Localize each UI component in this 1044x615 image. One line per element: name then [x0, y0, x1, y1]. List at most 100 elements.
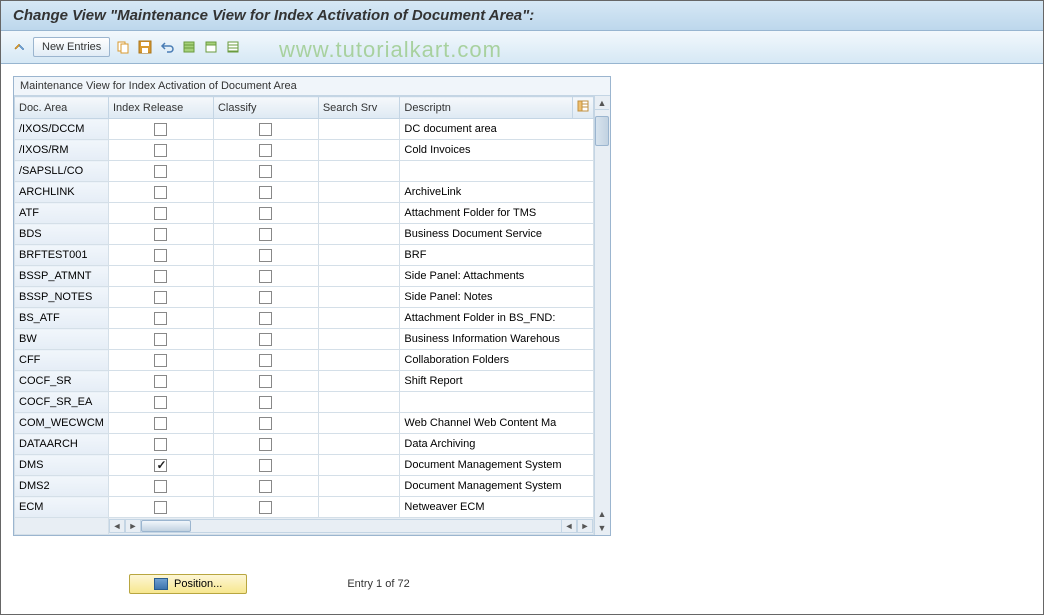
search-cell[interactable]: [318, 350, 400, 371]
area-cell[interactable]: DMS2: [15, 476, 109, 497]
release-checkbox[interactable]: [154, 438, 167, 451]
hscroll-right-icon[interactable]: ►: [577, 519, 593, 533]
release-checkbox[interactable]: [154, 480, 167, 493]
classify-cell[interactable]: [213, 266, 318, 287]
desc-cell[interactable]: Document Management System: [400, 455, 594, 476]
release-checkbox[interactable]: [154, 291, 167, 304]
classify-cell[interactable]: [213, 182, 318, 203]
copy-icon[interactable]: [114, 38, 132, 56]
area-cell[interactable]: DATAARCH: [15, 434, 109, 455]
desc-cell[interactable]: Business Information Warehous: [400, 329, 594, 350]
release-checkbox[interactable]: [154, 375, 167, 388]
release-cell[interactable]: [108, 350, 213, 371]
classify-cell[interactable]: [213, 161, 318, 182]
table-row[interactable]: DMS2 Document Management System: [15, 476, 594, 497]
classify-cell[interactable]: [213, 245, 318, 266]
area-cell[interactable]: /SAPSLL/CO: [15, 161, 109, 182]
release-checkbox[interactable]: [154, 333, 167, 346]
table-row[interactable]: DATAARCH Data Archiving: [15, 434, 594, 455]
release-cell[interactable]: [108, 392, 213, 413]
col-desc-header[interactable]: Descriptn: [400, 97, 573, 119]
area-cell[interactable]: COCF_SR: [15, 371, 109, 392]
release-checkbox[interactable]: [154, 186, 167, 199]
classify-checkbox[interactable]: [259, 186, 272, 199]
search-cell[interactable]: [318, 329, 400, 350]
area-cell[interactable]: ECM: [15, 497, 109, 518]
table-row[interactable]: /SAPSLL/CO: [15, 161, 594, 182]
classify-cell[interactable]: [213, 119, 318, 140]
area-cell[interactable]: /IXOS/DCCM: [15, 119, 109, 140]
position-button[interactable]: Position...: [129, 574, 247, 594]
desc-cell[interactable]: Attachment Folder for TMS: [400, 203, 594, 224]
area-cell[interactable]: BSSP_ATMNT: [15, 266, 109, 287]
release-cell[interactable]: [108, 434, 213, 455]
release-checkbox[interactable]: [154, 354, 167, 367]
table-row[interactable]: /IXOS/RM Cold Invoices: [15, 140, 594, 161]
configure-columns-icon[interactable]: [572, 97, 593, 119]
release-checkbox[interactable]: [154, 396, 167, 409]
search-cell[interactable]: [318, 224, 400, 245]
area-cell[interactable]: /IXOS/RM: [15, 140, 109, 161]
classify-cell[interactable]: [213, 350, 318, 371]
search-cell[interactable]: [318, 392, 400, 413]
hscroll-left-icon[interactable]: ◄: [109, 519, 125, 533]
desc-cell[interactable]: DC document area: [400, 119, 594, 140]
col-release-header[interactable]: Index Release: [108, 97, 213, 119]
search-cell[interactable]: [318, 245, 400, 266]
release-checkbox[interactable]: [154, 270, 167, 283]
classify-cell[interactable]: [213, 224, 318, 245]
classify-cell[interactable]: [213, 371, 318, 392]
desc-cell[interactable]: Document Management System: [400, 476, 594, 497]
release-cell[interactable]: [108, 203, 213, 224]
desc-cell[interactable]: Shift Report: [400, 371, 594, 392]
release-cell[interactable]: [108, 476, 213, 497]
classify-cell[interactable]: [213, 140, 318, 161]
classify-checkbox[interactable]: [259, 333, 272, 346]
classify-checkbox[interactable]: [259, 459, 272, 472]
classify-checkbox[interactable]: [259, 207, 272, 220]
search-cell[interactable]: [318, 455, 400, 476]
classify-checkbox[interactable]: [259, 144, 272, 157]
table-row[interactable]: BSSP_NOTES Side Panel: Notes: [15, 287, 594, 308]
release-cell[interactable]: [108, 140, 213, 161]
classify-checkbox[interactable]: [259, 228, 272, 241]
search-cell[interactable]: [318, 266, 400, 287]
table-row[interactable]: BSSP_ATMNT Side Panel: Attachments: [15, 266, 594, 287]
area-cell[interactable]: ARCHLINK: [15, 182, 109, 203]
classify-checkbox[interactable]: [259, 417, 272, 430]
vscroll[interactable]: ▲ ▲ ▼: [594, 96, 610, 535]
col-area-header[interactable]: Doc. Area: [15, 97, 109, 119]
release-checkbox[interactable]: [154, 249, 167, 262]
release-cell[interactable]: [108, 329, 213, 350]
release-checkbox[interactable]: [154, 144, 167, 157]
release-checkbox[interactable]: [154, 417, 167, 430]
area-cell[interactable]: BDS: [15, 224, 109, 245]
release-checkbox[interactable]: [154, 312, 167, 325]
release-cell[interactable]: [108, 182, 213, 203]
desc-cell[interactable]: Side Panel: Notes: [400, 287, 594, 308]
table-row[interactable]: BRFTEST001 BRF: [15, 245, 594, 266]
desc-cell[interactable]: Cold Invoices: [400, 140, 594, 161]
classify-cell[interactable]: [213, 329, 318, 350]
deselect-all-icon[interactable]: [202, 38, 220, 56]
classify-checkbox[interactable]: [259, 291, 272, 304]
desc-cell[interactable]: Collaboration Folders: [400, 350, 594, 371]
search-cell[interactable]: [318, 434, 400, 455]
new-entries-button[interactable]: New Entries: [33, 37, 110, 57]
classify-checkbox[interactable]: [259, 354, 272, 367]
table-row[interactable]: COCF_SR_EA: [15, 392, 594, 413]
search-cell[interactable]: [318, 161, 400, 182]
vscroll-down-icon[interactable]: ▼: [595, 521, 609, 535]
release-checkbox[interactable]: [154, 123, 167, 136]
classify-cell[interactable]: [213, 203, 318, 224]
desc-cell[interactable]: Business Document Service: [400, 224, 594, 245]
release-cell[interactable]: [108, 161, 213, 182]
classify-checkbox[interactable]: [259, 375, 272, 388]
print-icon[interactable]: [224, 38, 242, 56]
search-cell[interactable]: [318, 182, 400, 203]
hscroll-track[interactable]: [141, 519, 561, 533]
toggle-icon[interactable]: [11, 38, 29, 56]
classify-cell[interactable]: [213, 413, 318, 434]
col-search-header[interactable]: Search Srv: [318, 97, 400, 119]
desc-cell[interactable]: [400, 392, 594, 413]
